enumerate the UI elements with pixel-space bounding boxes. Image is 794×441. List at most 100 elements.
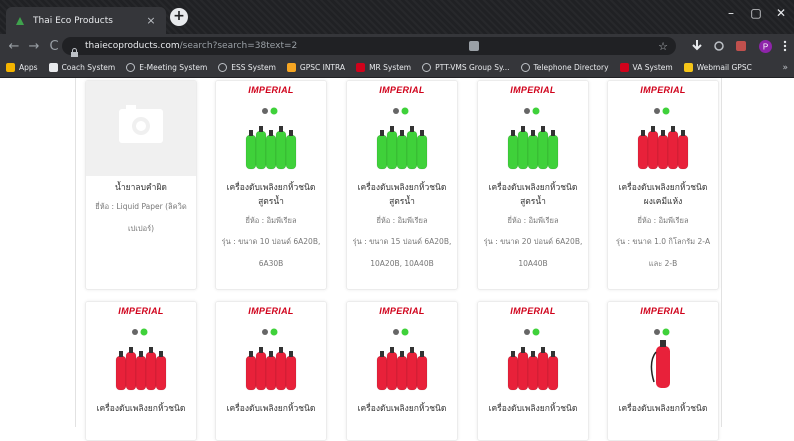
bookmark-7[interactable]: Telephone Directory xyxy=(520,63,609,72)
product-card[interactable]: น้ำยาลบคำผิดยี่ห้อ : Liquid Paper (ลิควิ… xyxy=(85,80,197,290)
bookmark-label: Apps xyxy=(19,63,38,72)
product-name[interactable]: เครื่องดับเพลิงยกหิ้วชนิด xyxy=(608,402,718,416)
product-name[interactable]: เครื่องดับเพลิงยกหิ้วชนิด xyxy=(478,181,588,195)
folder-icon xyxy=(48,63,58,72)
product-card[interactable]: IMPERIAL เครื่องดับเพลิงยกหิ้วชนิด xyxy=(346,301,458,441)
bookmark-label: MR System xyxy=(369,63,412,72)
product-name[interactable]: เครื่องดับเพลิงยกหิ้วชนิด xyxy=(608,181,718,195)
product-name[interactable]: เครื่องดับเพลิงยกหิ้วชนิด xyxy=(347,402,457,416)
product-image[interactable]: IMPERIAL xyxy=(347,302,457,397)
product-brand: ยี่ห้อ : อิมพีเรียล xyxy=(637,216,689,225)
address-bar[interactable]: thaiecoproducts.com/search?search=38text… xyxy=(62,37,676,57)
product-image[interactable]: IMPERIAL xyxy=(216,81,326,176)
bookmark-star-icon[interactable]: ☆ xyxy=(658,40,668,53)
download-icon[interactable] xyxy=(690,39,704,53)
extension-icon[interactable] xyxy=(734,39,748,53)
reload-button[interactable]: C xyxy=(44,39,64,54)
bookmark-label: PTT-VMS Group Sy... xyxy=(435,63,510,72)
product-image[interactable]: IMPERIAL xyxy=(608,81,718,176)
product-card[interactable]: IMPERIAL เครื่องดับเพลิงยกหิ้วชนิด ผงเคมีแ… xyxy=(607,80,719,290)
bookmark-5[interactable]: MR System xyxy=(356,63,411,72)
product-name[interactable]: เครื่องดับเพลิงยกหิ้วชนิด xyxy=(216,181,326,195)
browser-tab[interactable]: Thai Eco Products × xyxy=(6,7,166,34)
site-icon xyxy=(356,63,366,72)
product-card[interactable]: IMPERIAL เครื่องดับเพลิงยกหิ้วชนิด xyxy=(85,301,197,441)
site-favicon-icon xyxy=(14,15,26,27)
product-name[interactable]: เครื่องดับเพลิงยกหิ้วชนิด xyxy=(86,402,196,416)
bookmarks-overflow-icon[interactable]: » xyxy=(782,63,788,73)
globe-icon xyxy=(126,63,136,72)
apps-grid-icon xyxy=(6,63,15,72)
bookmark-8[interactable]: VA System xyxy=(619,63,673,72)
fire-extinguisher-image xyxy=(245,328,297,391)
bookmark-label: E-Meeting System xyxy=(139,63,208,72)
fire-extinguisher-image xyxy=(637,107,689,170)
close-window-button[interactable]: ✕ xyxy=(768,6,794,20)
product-type[interactable]: สูตรน้ำ xyxy=(347,195,457,209)
product-card[interactable]: IMPERIAL เครื่องดับเพลิงยกหิ้วชนิด สูตรน้ำ… xyxy=(346,80,458,290)
product-image[interactable] xyxy=(86,81,196,176)
tab-close-icon[interactable]: × xyxy=(144,14,158,27)
product-image[interactable]: IMPERIAL xyxy=(347,81,457,176)
product-type[interactable]: สูตรน้ำ xyxy=(478,195,588,209)
bookmark-label: Telephone Directory xyxy=(533,63,609,72)
bookmark-0[interactable]: Apps xyxy=(6,63,38,72)
profile-avatar-icon[interactable]: P xyxy=(758,39,772,53)
product-brand: ยี่ห้อ : อิมพีเรียล xyxy=(376,216,428,225)
product-grid: น้ำยาลบคำผิดยี่ห้อ : Liquid Paper (ลิควิ… xyxy=(75,78,722,441)
product-type[interactable]: สูตรน้ำ xyxy=(216,195,326,209)
product-model: และ 2-B xyxy=(648,259,678,268)
bookmark-3[interactable]: ESS System xyxy=(218,63,276,72)
product-model: รุ่น : ขนาด 20 ปอนด์ 6A20B, xyxy=(483,237,583,246)
bookmark-label: VA System xyxy=(632,63,673,72)
product-name[interactable]: เครื่องดับเพลิงยกหิ้วชนิด xyxy=(347,181,457,195)
product-card[interactable]: IMPERIAL เครื่องดับเพลิงยกหิ้วชนิด xyxy=(607,301,719,441)
back-button[interactable]: ← xyxy=(4,39,24,54)
fire-extinguisher-image xyxy=(507,107,559,170)
fire-extinguisher-image xyxy=(115,328,167,391)
product-brand: ยี่ห้อ : อิมพีเรียล xyxy=(245,216,297,225)
product-card[interactable]: IMPERIAL เครื่องดับเพลิงยกหิ้วชนิด สูตรน้ำ… xyxy=(215,80,327,290)
menu-icon[interactable] xyxy=(778,39,792,53)
maximize-button[interactable]: ▢ xyxy=(743,6,769,20)
bookmark-9[interactable]: Webmail GPSC xyxy=(683,63,752,72)
product-model: รุ่น : ขนาด 15 ปอนด์ 6A20B, xyxy=(352,237,452,246)
product-card[interactable]: IMPERIAL เครื่องดับเพลิงยกหิ้วชนิด xyxy=(215,301,327,441)
forward-button[interactable]: → xyxy=(24,39,44,54)
product-image[interactable]: IMPERIAL xyxy=(478,302,588,397)
product-card[interactable]: IMPERIAL เครื่องดับเพลิงยกหิ้วชนิด xyxy=(477,301,589,441)
globe-icon xyxy=(218,63,228,72)
product-image[interactable]: IMPERIAL xyxy=(216,302,326,397)
globe-icon xyxy=(520,63,530,72)
bookmark-label: ESS System xyxy=(231,63,276,72)
bookmark-2[interactable]: E-Meeting System xyxy=(126,63,207,72)
globe-icon xyxy=(422,63,432,72)
product-model: รุ่น : ขนาด 10 ปอนด์ 6A20B, xyxy=(221,237,321,246)
fire-extinguisher-image xyxy=(650,328,670,388)
url-domain: thaiecoproducts.com xyxy=(85,41,180,51)
new-tab-button[interactable]: + xyxy=(170,8,188,26)
minimize-button[interactable]: – xyxy=(718,6,744,20)
bookmark-label: Webmail GPSC xyxy=(696,63,752,72)
product-type[interactable]: ผงเคมีแห้ง xyxy=(608,195,718,209)
product-brand: เปเปอร์) xyxy=(127,224,155,233)
url-text: thaiecoproducts.com/search?search=38text… xyxy=(85,41,297,51)
bookmark-6[interactable]: PTT-VMS Group Sy... xyxy=(422,63,510,72)
fire-extinguisher-image xyxy=(245,107,297,170)
product-name[interactable]: เครื่องดับเพลิงยกหิ้วชนิด xyxy=(216,402,326,416)
product-image[interactable]: IMPERIAL xyxy=(86,302,196,397)
product-image[interactable]: IMPERIAL xyxy=(608,302,718,397)
product-name[interactable]: เครื่องดับเพลิงยกหิ้วชนิด xyxy=(478,402,588,416)
product-card[interactable]: IMPERIAL เครื่องดับเพลิงยกหิ้วชนิด สูตรน้ำ… xyxy=(477,80,589,290)
product-brand: ยี่ห้อ : Liquid Paper (ลิควิด xyxy=(95,202,187,211)
browser-toolbar: ← → C thaiecoproducts.com/search?search=… xyxy=(0,34,794,58)
product-name[interactable]: น้ำยาลบคำผิด xyxy=(86,181,196,195)
lock-icon xyxy=(70,42,79,57)
product-image[interactable]: IMPERIAL xyxy=(478,81,588,176)
product-model: 6A30B xyxy=(258,259,284,268)
bookmark-4[interactable]: GPSC INTRA xyxy=(286,63,345,72)
svg-text:P: P xyxy=(762,42,767,51)
extension-circle-icon[interactable] xyxy=(712,39,726,53)
bookmark-1[interactable]: Coach System xyxy=(48,63,115,72)
translate-icon[interactable] xyxy=(468,41,479,51)
